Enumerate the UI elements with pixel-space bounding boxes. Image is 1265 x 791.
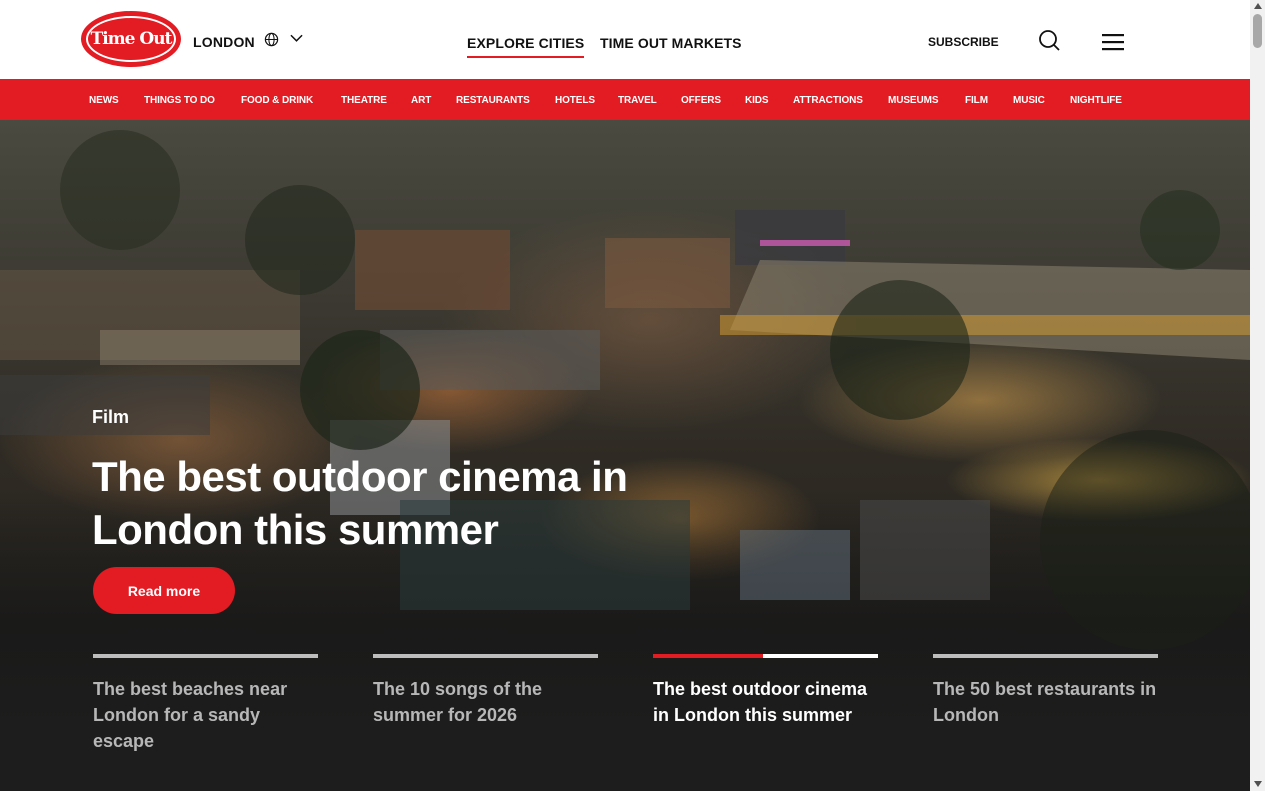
scroll-up-arrow-icon[interactable] [1254, 3, 1262, 9]
cat-theatre[interactable]: THEATRE [341, 95, 387, 106]
cat-attractions[interactable]: ATTRACTIONS [793, 95, 863, 106]
cat-kids[interactable]: KIDS [745, 95, 769, 106]
cat-travel[interactable]: TRAVEL [618, 95, 657, 106]
nav-explore-cities[interactable]: EXPLORE CITIES [467, 35, 585, 58]
cat-art[interactable]: ART [411, 95, 431, 106]
story-title[interactable]: The best beaches near London for a sandy… [93, 676, 318, 754]
cat-music[interactable]: MUSIC [1013, 95, 1045, 106]
cat-nightlife[interactable]: NIGHTLIFE [1070, 95, 1122, 106]
read-more-button[interactable]: Read more [93, 567, 235, 614]
story-title[interactable]: The best outdoor cinema in London this s… [653, 676, 878, 728]
site-header: Time Out LONDON EXPLORE CITIES TIME OUT … [0, 0, 1250, 79]
cat-restaurants[interactable]: RESTAURANTS [456, 95, 530, 106]
category-nav: NEWS THINGS TO DO FOOD & DRINK THEATRE A… [0, 79, 1250, 120]
cat-hotels[interactable]: HOTELS [555, 95, 595, 106]
cat-news[interactable]: NEWS [89, 95, 119, 106]
cat-things-to-do[interactable]: THINGS TO DO [144, 95, 215, 106]
story-progress-bar [373, 654, 598, 658]
chevron-down-icon[interactable] [290, 33, 303, 43]
nav-time-out-markets[interactable]: TIME OUT MARKETS [600, 35, 742, 51]
story-card[interactable]: The 10 songs of the summer for 2026 [373, 654, 598, 728]
hero-category-tag[interactable]: Film [92, 407, 129, 428]
page-scrollbar[interactable] [1250, 0, 1265, 791]
story-progress-bar [653, 654, 878, 658]
story-title[interactable]: The 10 songs of the summer for 2026 [373, 676, 598, 728]
menu-icon[interactable] [1102, 33, 1124, 51]
timeout-logo[interactable]: Time Out [81, 11, 181, 67]
logo-text: Time Out [86, 16, 176, 62]
story-card[interactable]: The 50 best restaurants in London [933, 654, 1158, 728]
story-title[interactable]: The 50 best restaurants in London [933, 676, 1158, 728]
cat-film[interactable]: FILM [965, 95, 988, 106]
story-progress-fill [653, 654, 764, 658]
search-icon[interactable] [1038, 29, 1060, 53]
story-progress-bar [933, 654, 1158, 658]
story-progress-bar [93, 654, 318, 658]
story-card-active[interactable]: The best outdoor cinema in London this s… [653, 654, 878, 728]
hero-banner[interactable]: Film The best outdoor cinema in London t… [0, 120, 1250, 791]
cat-food-drink[interactable]: FOOD & DRINK [241, 95, 313, 106]
subscribe-link[interactable]: SUBSCRIBE [928, 35, 999, 49]
globe-icon[interactable] [264, 32, 279, 47]
hero-title[interactable]: The best outdoor cinema in London this s… [92, 450, 772, 556]
scroll-down-arrow-icon[interactable] [1254, 781, 1262, 787]
scrollbar-thumb[interactable] [1253, 14, 1262, 48]
city-selector[interactable]: LONDON [193, 34, 255, 50]
story-card[interactable]: The best beaches near London for a sandy… [93, 654, 318, 754]
cat-museums[interactable]: MUSEUMS [888, 95, 939, 106]
cat-offers[interactable]: OFFERS [681, 95, 721, 106]
